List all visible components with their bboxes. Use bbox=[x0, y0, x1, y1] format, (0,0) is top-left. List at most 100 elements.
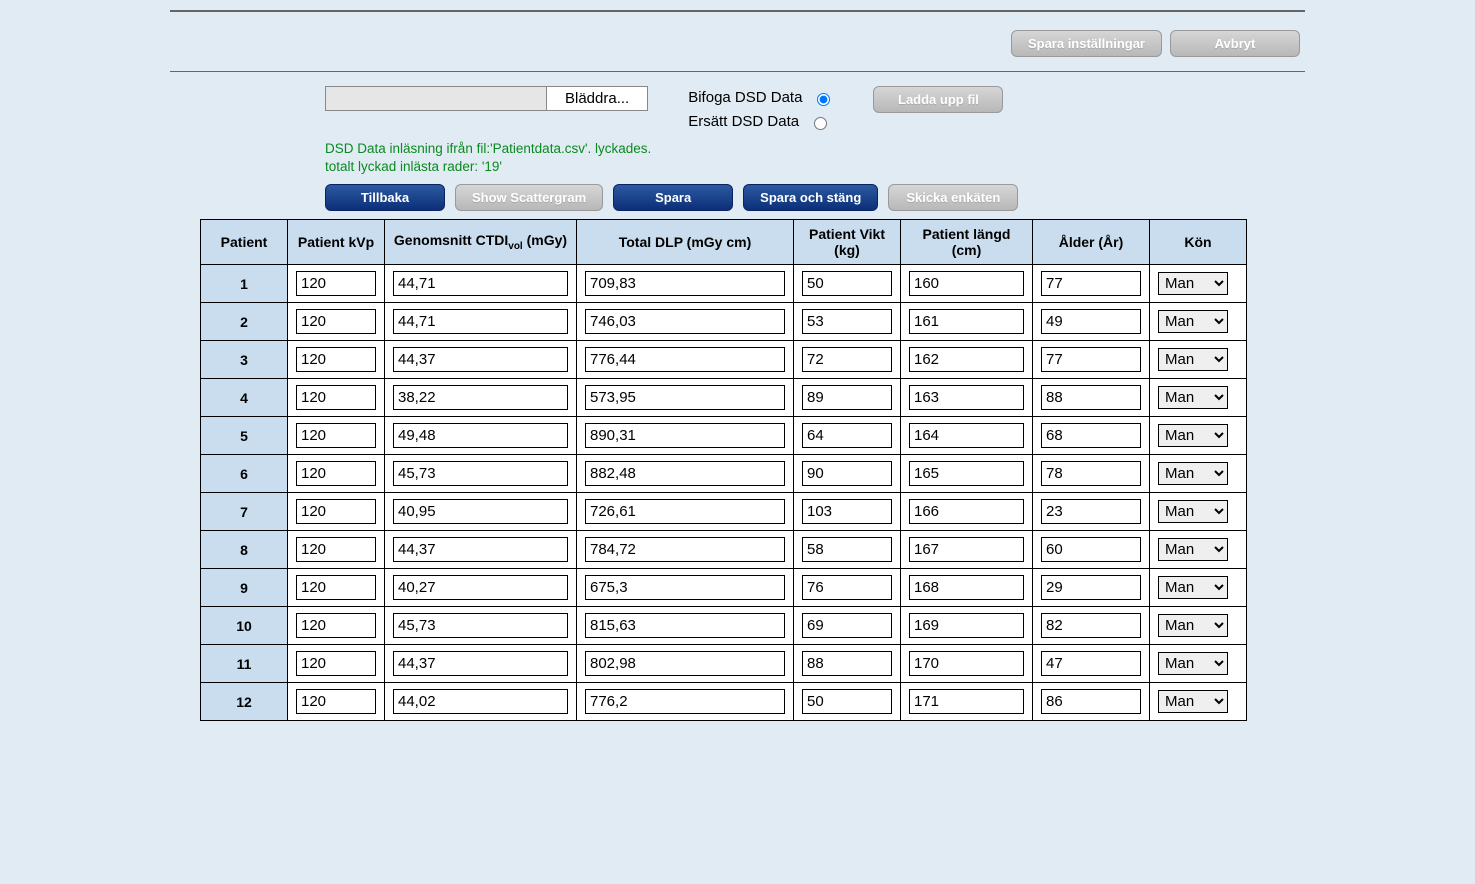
ctdi-input[interactable] bbox=[393, 461, 568, 486]
upload-file-button[interactable]: Ladda upp fil bbox=[873, 86, 1003, 113]
vikt-input[interactable] bbox=[802, 347, 892, 372]
ctdi-input[interactable] bbox=[393, 347, 568, 372]
kvp-input[interactable] bbox=[296, 499, 376, 524]
kon-select[interactable]: Man bbox=[1158, 424, 1228, 447]
kon-select[interactable]: Man bbox=[1158, 500, 1228, 523]
dlp-input[interactable] bbox=[585, 423, 785, 448]
file-input-display bbox=[326, 88, 546, 110]
langd-input[interactable] bbox=[909, 423, 1024, 448]
langd-input[interactable] bbox=[909, 651, 1024, 676]
status-line-1: DSD Data inläsning ifrån fil:'Patientdat… bbox=[325, 141, 651, 156]
kvp-input[interactable] bbox=[296, 309, 376, 334]
langd-input[interactable] bbox=[909, 499, 1024, 524]
alder-input[interactable] bbox=[1041, 385, 1141, 410]
dlp-input[interactable] bbox=[585, 309, 785, 334]
kvp-input[interactable] bbox=[296, 423, 376, 448]
ctdi-input[interactable] bbox=[393, 385, 568, 410]
vikt-input[interactable] bbox=[802, 423, 892, 448]
kon-select[interactable]: Man bbox=[1158, 576, 1228, 599]
kvp-input[interactable] bbox=[296, 537, 376, 562]
kvp-input[interactable] bbox=[296, 613, 376, 638]
vikt-input[interactable] bbox=[802, 271, 892, 296]
alder-input[interactable] bbox=[1041, 613, 1141, 638]
kvp-input[interactable] bbox=[296, 689, 376, 714]
row-index: 5 bbox=[201, 417, 288, 455]
dlp-input[interactable] bbox=[585, 347, 785, 372]
alder-input[interactable] bbox=[1041, 689, 1141, 714]
alder-input[interactable] bbox=[1041, 461, 1141, 486]
vikt-input[interactable] bbox=[802, 309, 892, 334]
kon-select[interactable]: Man bbox=[1158, 652, 1228, 675]
vikt-input[interactable] bbox=[802, 537, 892, 562]
browse-button[interactable]: Bläddra... bbox=[546, 87, 647, 110]
kvp-input[interactable] bbox=[296, 575, 376, 600]
alder-input[interactable] bbox=[1041, 575, 1141, 600]
ctdi-input[interactable] bbox=[393, 651, 568, 676]
ctdi-input[interactable] bbox=[393, 271, 568, 296]
kvp-input[interactable] bbox=[296, 651, 376, 676]
dlp-input[interactable] bbox=[585, 575, 785, 600]
langd-input[interactable] bbox=[909, 309, 1024, 334]
ctdi-input[interactable] bbox=[393, 613, 568, 638]
langd-input[interactable] bbox=[909, 347, 1024, 372]
kvp-input[interactable] bbox=[296, 271, 376, 296]
ctdi-input[interactable] bbox=[393, 499, 568, 524]
langd-input[interactable] bbox=[909, 575, 1024, 600]
ctdi-input[interactable] bbox=[393, 689, 568, 714]
cancel-button[interactable]: Avbryt bbox=[1170, 30, 1300, 57]
dlp-input[interactable] bbox=[585, 651, 785, 676]
kon-select[interactable]: Man bbox=[1158, 348, 1228, 371]
vikt-input[interactable] bbox=[802, 499, 892, 524]
ctdi-input[interactable] bbox=[393, 537, 568, 562]
dlp-input[interactable] bbox=[585, 461, 785, 486]
replace-dsd-radio[interactable] bbox=[814, 117, 827, 130]
row-index: 6 bbox=[201, 455, 288, 493]
ctdi-input[interactable] bbox=[393, 309, 568, 334]
save-settings-button[interactable]: Spara inställningar bbox=[1011, 30, 1162, 57]
kvp-input[interactable] bbox=[296, 385, 376, 410]
alder-input[interactable] bbox=[1041, 537, 1141, 562]
dlp-input[interactable] bbox=[585, 689, 785, 714]
file-input-widget[interactable]: Bläddra... bbox=[325, 86, 648, 111]
alder-input[interactable] bbox=[1041, 651, 1141, 676]
kon-select[interactable]: Man bbox=[1158, 690, 1228, 713]
scattergram-button[interactable]: Show Scattergram bbox=[455, 184, 603, 211]
alder-input[interactable] bbox=[1041, 423, 1141, 448]
ctdi-input[interactable] bbox=[393, 423, 568, 448]
kon-select[interactable]: Man bbox=[1158, 614, 1228, 637]
ctdi-input[interactable] bbox=[393, 575, 568, 600]
kvp-input[interactable] bbox=[296, 347, 376, 372]
dlp-input[interactable] bbox=[585, 613, 785, 638]
alder-input[interactable] bbox=[1041, 309, 1141, 334]
langd-input[interactable] bbox=[909, 271, 1024, 296]
vikt-input[interactable] bbox=[802, 461, 892, 486]
alder-input[interactable] bbox=[1041, 271, 1141, 296]
dlp-input[interactable] bbox=[585, 385, 785, 410]
langd-input[interactable] bbox=[909, 461, 1024, 486]
langd-input[interactable] bbox=[909, 385, 1024, 410]
alder-input[interactable] bbox=[1041, 347, 1141, 372]
vikt-input[interactable] bbox=[802, 575, 892, 600]
vikt-input[interactable] bbox=[802, 613, 892, 638]
kon-select[interactable]: Man bbox=[1158, 310, 1228, 333]
kon-select[interactable]: Man bbox=[1158, 538, 1228, 561]
vikt-input[interactable] bbox=[802, 385, 892, 410]
kvp-input[interactable] bbox=[296, 461, 376, 486]
save-button[interactable]: Spara bbox=[613, 184, 733, 211]
kon-select[interactable]: Man bbox=[1158, 386, 1228, 409]
dlp-input[interactable] bbox=[585, 499, 785, 524]
kon-select[interactable]: Man bbox=[1158, 272, 1228, 295]
append-dsd-radio[interactable] bbox=[817, 93, 830, 106]
vikt-input[interactable] bbox=[802, 651, 892, 676]
langd-input[interactable] bbox=[909, 613, 1024, 638]
back-button[interactable]: Tillbaka bbox=[325, 184, 445, 211]
dlp-input[interactable] bbox=[585, 537, 785, 562]
langd-input[interactable] bbox=[909, 689, 1024, 714]
alder-input[interactable] bbox=[1041, 499, 1141, 524]
langd-input[interactable] bbox=[909, 537, 1024, 562]
send-survey-button[interactable]: Skicka enkäten bbox=[888, 184, 1018, 211]
vikt-input[interactable] bbox=[802, 689, 892, 714]
save-close-button[interactable]: Spara och stäng bbox=[743, 184, 878, 211]
kon-select[interactable]: Man bbox=[1158, 462, 1228, 485]
dlp-input[interactable] bbox=[585, 271, 785, 296]
